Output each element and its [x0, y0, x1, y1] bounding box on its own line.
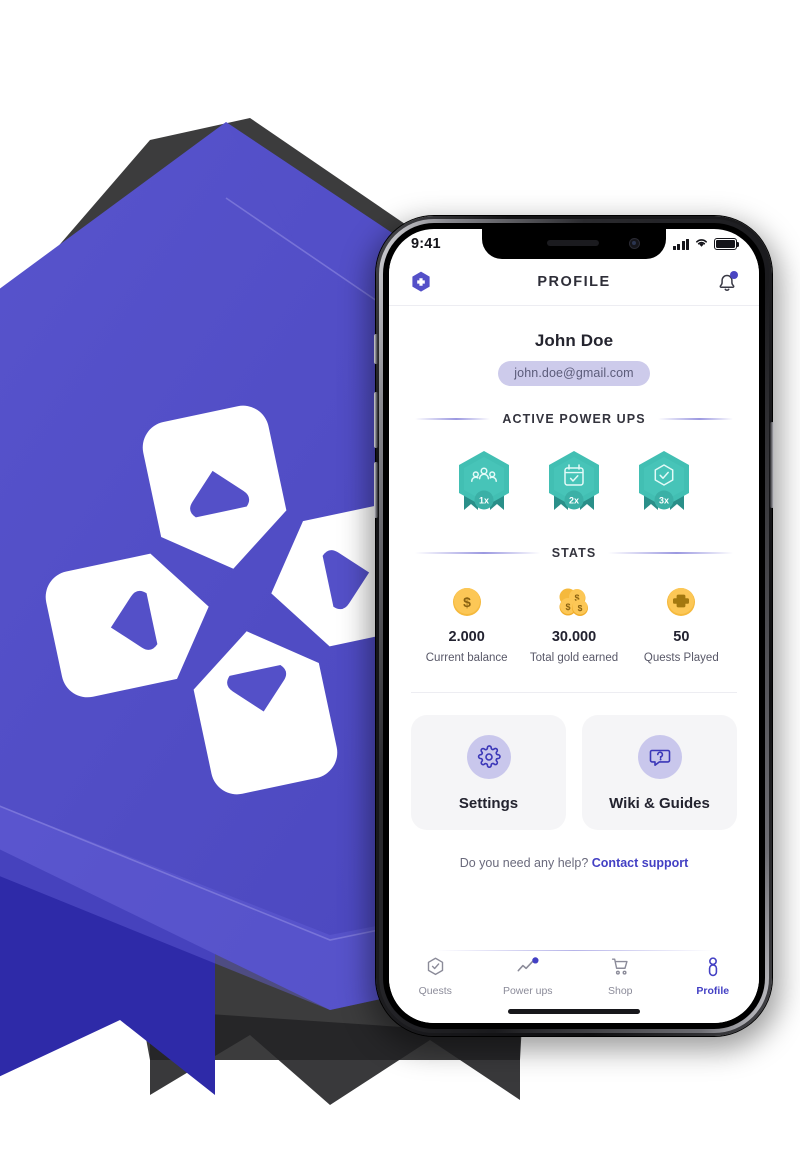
- status-indicators: [672, 235, 740, 253]
- profile-email-wrapper: john.doe@gmail.com: [389, 361, 759, 386]
- stat-value: 30.000: [551, 629, 597, 645]
- stats-list: $ 2.000 Current balance $ $ $ 30.000 Tot…: [389, 582, 759, 666]
- nav-label: Quests: [418, 984, 452, 997]
- nav-label: Power ups: [502, 984, 553, 997]
- phone-screen: 9:41 PROFILE John Doe john.doe@gmail.com…: [389, 229, 759, 1023]
- mute-switch[interactable]: [374, 334, 378, 364]
- nav-item-shop[interactable]: Shop: [574, 956, 667, 997]
- settings-card-label: Settings: [458, 795, 519, 812]
- stat-value: 2.000: [448, 629, 485, 645]
- help-question: Do you need any help?: [459, 856, 589, 870]
- cellular-signal-icon: [672, 238, 689, 250]
- header-divider: [389, 305, 759, 306]
- stat-item: 50 Quests Played: [628, 582, 735, 666]
- power-up-multiplier: 1x: [479, 496, 489, 506]
- contact-support-link[interactable]: Contact support: [592, 856, 689, 870]
- gold-dpad-coin-icon: [628, 582, 735, 622]
- earpiece-speaker-icon: [546, 240, 599, 246]
- section-rule-left: [415, 418, 491, 420]
- help-text-row: Do you need any help? Contact support: [389, 856, 759, 870]
- hexagon-check-icon: [425, 956, 446, 978]
- profile-email-pill[interactable]: john.doe@gmail.com: [498, 361, 650, 386]
- gold-coins-stack-icon: $ $ $: [520, 582, 627, 622]
- notification-bell-icon[interactable]: [715, 270, 739, 294]
- notification-badge-dot: [730, 271, 738, 279]
- stat-item: $ 2.000 Current balance: [413, 582, 520, 666]
- svg-text:$: $: [463, 594, 471, 610]
- page-title: PROFILE: [537, 274, 611, 290]
- wiki-guides-card-label: Wiki & Guides: [609, 795, 710, 812]
- section-rule-left: [415, 552, 540, 554]
- stat-value: 50: [673, 629, 690, 645]
- svg-text:$: $: [578, 603, 583, 613]
- front-camera-icon: [629, 238, 640, 249]
- battery-full-icon: [714, 238, 740, 250]
- profile-name: John Doe: [534, 331, 614, 350]
- power-ups-section-title: ACTIVE POWER UPS: [502, 412, 646, 426]
- app-hexagon-logo-icon[interactable]: [409, 270, 433, 294]
- power-ups-list: 1x 2x 3x: [389, 448, 759, 522]
- stats-section-header: STATS: [415, 546, 733, 560]
- nav-label: Profile: [696, 984, 730, 997]
- nav-item-power-ups[interactable]: Power ups: [482, 956, 575, 997]
- trending-up-icon: [516, 956, 540, 978]
- power-up-multiplier: 3x: [659, 496, 669, 506]
- phone-mockup: 9:41 PROFILE John Doe john.doe@gmail.com…: [368, 216, 780, 1050]
- section-rule-right: [608, 552, 733, 554]
- phone-notch: [482, 229, 666, 259]
- power-button[interactable]: [770, 422, 774, 508]
- power-ups-section-header: ACTIVE POWER UPS: [415, 412, 733, 426]
- stat-label: Quests Played: [643, 652, 719, 664]
- volume-down-button[interactable]: [374, 462, 378, 518]
- bottom-nav: Quests Power ups Shop Profile: [389, 951, 759, 1001]
- home-indicator[interactable]: [508, 1009, 640, 1014]
- wifi-icon: [694, 235, 709, 253]
- power-up-badge[interactable]: 3x: [632, 448, 696, 522]
- stats-section-title: STATS: [551, 546, 597, 560]
- section-rule-right: [657, 418, 733, 420]
- gear-icon: [466, 735, 511, 779]
- question-bubble-icon: [637, 735, 682, 779]
- power-up-badge[interactable]: 1x: [452, 448, 516, 522]
- stat-label: Total gold earned: [529, 652, 619, 664]
- app-header: PROFILE: [389, 259, 759, 305]
- shopping-cart-icon: [609, 956, 631, 978]
- power-up-badge[interactable]: 2x: [542, 448, 606, 522]
- stats-divider: [411, 692, 737, 693]
- settings-card[interactable]: Settings: [411, 715, 566, 830]
- nav-label: Shop: [607, 984, 633, 997]
- power-up-multiplier: 2x: [569, 496, 579, 506]
- svg-text:$: $: [565, 602, 570, 612]
- stat-label: Current balance: [425, 652, 508, 664]
- volume-up-button[interactable]: [374, 392, 378, 448]
- wiki-guides-card[interactable]: Wiki & Guides: [582, 715, 737, 830]
- status-time: 9:41: [411, 236, 441, 252]
- nav-item-profile[interactable]: Profile: [667, 956, 760, 997]
- nav-item-quests[interactable]: Quests: [389, 956, 482, 997]
- single-gold-coin-icon: $: [413, 582, 520, 622]
- stat-item: $ $ $ 30.000 Total gold earned: [520, 582, 627, 666]
- app-content: John Doe john.doe@gmail.com ACTIVE POWER…: [389, 305, 759, 1023]
- person-icon: [703, 956, 723, 978]
- action-cards: Settings Wiki & Guides: [389, 715, 759, 830]
